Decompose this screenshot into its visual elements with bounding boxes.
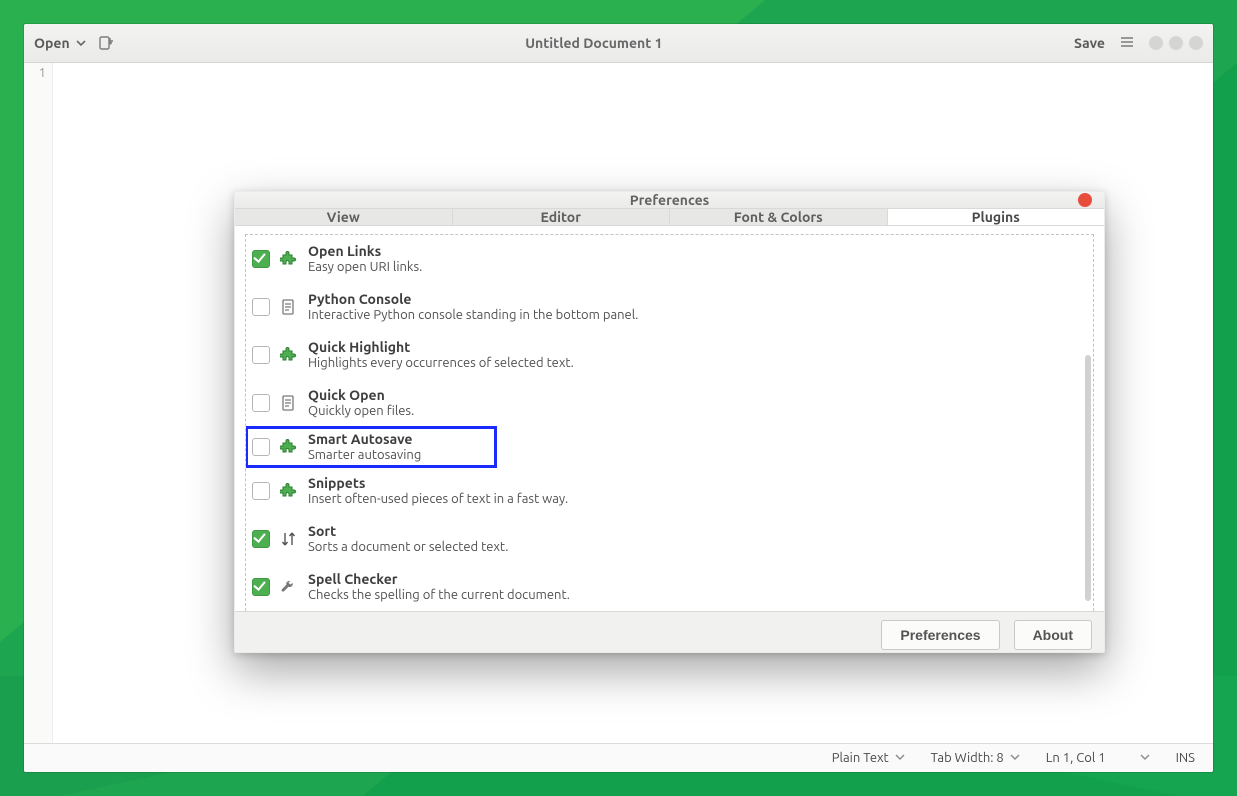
- plugin-row[interactable]: Quick OpenQuickly open files.: [246, 379, 1093, 427]
- dialog-title: Preferences: [630, 192, 710, 208]
- line-number: 1: [24, 66, 46, 80]
- dialog-body: Open LinksEasy open URI links. Python Con…: [235, 226, 1104, 611]
- dialog-header: Preferences: [235, 192, 1104, 209]
- plugin-text: Smart AutosaveSmarter autosaving: [308, 431, 421, 463]
- tab-plugins[interactable]: Plugins: [888, 209, 1105, 225]
- headerbar-right: Save: [1074, 34, 1203, 53]
- plugin-description: Easy open URI links.: [308, 260, 422, 276]
- preferences-dialog: Preferences ViewEditorFont & ColorsPlugi…: [234, 191, 1105, 653]
- plugin-title: Open Links: [308, 243, 422, 260]
- cursor-position: Ln 1, Col 1: [1046, 751, 1150, 765]
- statusbar: Plain Text Tab Width: 8 Ln 1, Col 1 INS: [24, 743, 1213, 772]
- plugin-text: Spell CheckerChecks the spelling of the …: [308, 571, 570, 603]
- plugin-title: Snippets: [308, 475, 568, 492]
- plugin-checkbox[interactable]: [252, 438, 270, 456]
- plugin-checkbox[interactable]: [252, 298, 270, 316]
- plugin-description: Sorts a document or selected text.: [308, 540, 508, 556]
- plugin-text: SortSorts a document or selected text.: [308, 523, 508, 555]
- open-button[interactable]: Open: [34, 35, 86, 51]
- headerbar: Open Untitled Document 1 Save: [24, 24, 1213, 63]
- plugin-title: Spell Checker: [308, 571, 570, 588]
- plugin-title: Smart Autosave: [308, 431, 421, 448]
- chevron-down-icon: [1010, 751, 1020, 765]
- gedit-window: Open Untitled Document 1 Save: [24, 24, 1213, 772]
- plugin-checkbox[interactable]: [252, 346, 270, 364]
- wrench-icon: [280, 578, 298, 596]
- window-close-button[interactable]: [1189, 36, 1203, 50]
- tabwidth-selector[interactable]: Tab Width: 8: [931, 751, 1020, 765]
- window-minimize-button[interactable]: [1149, 36, 1163, 50]
- puzzle-icon: [280, 482, 298, 500]
- plugin-description: Highlights every occurrences of selected…: [308, 356, 574, 372]
- puzzle-icon: [280, 250, 298, 268]
- window-title: Untitled Document 1: [124, 35, 1064, 51]
- puzzle-icon: [280, 438, 298, 456]
- language-label: Plain Text: [832, 751, 889, 765]
- plugin-preferences-button[interactable]: Preferences: [881, 620, 999, 650]
- plugin-checkbox[interactable]: [252, 578, 270, 596]
- tab-font-colors[interactable]: Font & Colors: [670, 209, 888, 225]
- plugin-description: Interactive Python console standing in t…: [308, 308, 638, 324]
- plugin-row[interactable]: SnippetsInsert often-used pieces of text…: [246, 467, 1093, 515]
- plugin-checkbox[interactable]: [252, 394, 270, 412]
- plugin-title: Sort: [308, 523, 508, 540]
- plugin-text: Quick OpenQuickly open files.: [308, 387, 414, 419]
- new-tab-button[interactable]: [98, 35, 114, 51]
- plugin-about-button[interactable]: About: [1014, 620, 1092, 650]
- dialog-close-button[interactable]: [1078, 193, 1092, 207]
- plugin-list[interactable]: Open LinksEasy open URI links. Python Con…: [245, 234, 1094, 611]
- plugin-title: Quick Highlight: [308, 339, 574, 356]
- save-button[interactable]: Save: [1074, 35, 1105, 51]
- plugin-title: Quick Open: [308, 387, 414, 404]
- chevron-down-icon: [1140, 751, 1150, 765]
- plugin-description: Quickly open files.: [308, 404, 414, 420]
- open-button-label: Open: [34, 35, 70, 51]
- headerbar-left: Open: [34, 35, 114, 51]
- plugin-title: Python Console: [308, 291, 638, 308]
- plugin-text: Quick HighlightHighlights every occurren…: [308, 339, 574, 371]
- plugin-checkbox[interactable]: [252, 250, 270, 268]
- plugin-text: SnippetsInsert often-used pieces of text…: [308, 475, 568, 507]
- plugin-text: Open LinksEasy open URI links.: [308, 243, 422, 275]
- plugin-checkbox[interactable]: [252, 530, 270, 548]
- plugin-row[interactable]: Quick HighlightHighlights every occurren…: [246, 331, 1093, 379]
- plugin-row[interactable]: Python ConsoleInteractive Python console…: [246, 283, 1093, 331]
- plugin-description: Smarter autosaving: [308, 448, 421, 464]
- plugin-row[interactable]: Open LinksEasy open URI links.: [246, 235, 1093, 283]
- chevron-down-icon: [76, 38, 86, 48]
- plugin-row[interactable]: SortSorts a document or selected text.: [246, 515, 1093, 563]
- insert-mode[interactable]: INS: [1176, 751, 1195, 765]
- dialog-footer: Preferences About: [235, 611, 1104, 653]
- puzzle-icon: [280, 346, 298, 364]
- plugin-row[interactable]: Spell CheckerChecks the spelling of the …: [246, 563, 1093, 611]
- hamburger-menu-icon[interactable]: [1119, 34, 1135, 53]
- plugin-row[interactable]: Smart AutosaveSmarter autosaving: [246, 427, 496, 467]
- doc-icon: [280, 394, 298, 412]
- sort-icon: [280, 530, 298, 548]
- insert-mode-label: INS: [1176, 751, 1195, 765]
- language-selector[interactable]: Plain Text: [832, 751, 905, 765]
- window-controls: [1149, 36, 1203, 50]
- desktop-wallpaper: Open Untitled Document 1 Save: [0, 0, 1237, 796]
- window-maximize-button[interactable]: [1169, 36, 1183, 50]
- plugin-description: Checks the spelling of the current docum…: [308, 588, 570, 604]
- plugin-text: Python ConsoleInteractive Python console…: [308, 291, 638, 323]
- plugin-checkbox[interactable]: [252, 482, 270, 500]
- chevron-down-icon: [895, 751, 905, 765]
- cursor-position-label: Ln 1, Col 1: [1046, 751, 1106, 765]
- plugin-description: Insert often-used pieces of text in a fa…: [308, 492, 568, 508]
- tabwidth-label: Tab Width: 8: [931, 751, 1004, 765]
- doc-icon: [280, 298, 298, 316]
- line-number-gutter: 1: [24, 63, 53, 743]
- tab-bar: ViewEditorFont & ColorsPlugins: [235, 209, 1104, 226]
- tab-view[interactable]: View: [235, 209, 453, 225]
- tab-editor[interactable]: Editor: [453, 209, 671, 225]
